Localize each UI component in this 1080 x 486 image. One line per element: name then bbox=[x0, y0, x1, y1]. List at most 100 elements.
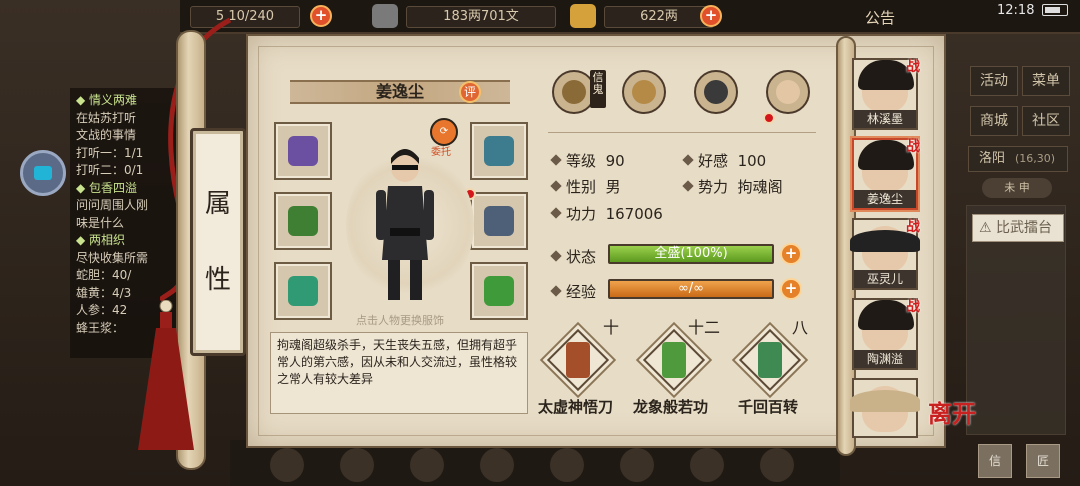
technique-scroll-icon bbox=[758, 342, 782, 378]
hat-icon bbox=[484, 136, 514, 166]
nav-social-icon[interactable] bbox=[760, 448, 794, 482]
equip-slot-armor[interactable] bbox=[470, 192, 528, 250]
character-card-2[interactable]: 姜逸尘 战 bbox=[852, 138, 920, 210]
gender-value: 男 bbox=[605, 178, 621, 196]
community-button[interactable]: 社区 bbox=[1022, 106, 1070, 136]
copper-counter: 183两701文 bbox=[406, 6, 556, 28]
stat-faction: 势力 拘魂阁 bbox=[682, 176, 783, 197]
character-card-name: 林溪墨 bbox=[854, 110, 916, 128]
scroll-tassel bbox=[138, 300, 194, 450]
attribute-banner: 属 性 bbox=[190, 128, 246, 356]
body-figure-icon bbox=[776, 80, 800, 104]
exp-label: 经验 bbox=[566, 283, 597, 301]
exp-bar: ∞/∞ bbox=[608, 279, 774, 299]
location-display[interactable]: 洛阳 (16,30) bbox=[968, 146, 1068, 172]
nav-character-icon[interactable] bbox=[270, 448, 304, 482]
nav-inventory-icon[interactable] bbox=[340, 448, 374, 482]
nav-skills-icon[interactable] bbox=[410, 448, 444, 482]
nav-craft-icon[interactable] bbox=[550, 448, 584, 482]
character-figure[interactable] bbox=[370, 140, 440, 310]
stat-gender: 性别 男 bbox=[550, 176, 621, 197]
exp-label-row: 经验 bbox=[550, 281, 597, 302]
location-name: 洛阳 bbox=[979, 151, 1006, 166]
jade-ring-icon bbox=[288, 276, 318, 306]
stat-level: 等级 90 bbox=[550, 150, 625, 171]
skill-slot-3[interactable] bbox=[738, 328, 802, 392]
battle-badge: 战 bbox=[906, 59, 920, 75]
equip-slot-ring[interactable] bbox=[274, 262, 332, 320]
exp-add-button[interactable]: + bbox=[780, 278, 802, 300]
equip-slot-weapon[interactable] bbox=[274, 192, 332, 250]
outfit-swap-icon[interactable]: ⟳ bbox=[430, 118, 458, 146]
banner-char-2: 性 bbox=[204, 265, 231, 295]
activity-button[interactable]: 活动 bbox=[970, 66, 1018, 96]
storage-add-button[interactable]: + bbox=[310, 5, 332, 27]
nav-team-icon[interactable] bbox=[480, 448, 514, 482]
skill-1-name: 太虚神悟刀 bbox=[538, 398, 614, 416]
nav-quest-icon[interactable] bbox=[690, 448, 724, 482]
gamepad-icon[interactable] bbox=[20, 150, 66, 196]
battery-icon bbox=[1042, 4, 1068, 16]
yin-yang-icon bbox=[704, 80, 728, 104]
top-bar: 5 10/240 + 183两701文 622两 + bbox=[180, 0, 1080, 34]
character-card-4[interactable]: 陶渊溢 战 bbox=[852, 298, 920, 370]
favor-label: 好感 bbox=[698, 152, 729, 170]
battle-badge: 战 bbox=[906, 299, 920, 315]
stat-favor: 好感 100 bbox=[682, 150, 767, 171]
straw-hat bbox=[850, 390, 920, 412]
silver-counter: 622两 bbox=[604, 6, 714, 28]
gender-label: 性别 bbox=[566, 178, 597, 196]
pendant-icon bbox=[484, 276, 514, 306]
location-coords: (16,30) bbox=[1015, 152, 1056, 165]
status-label-row: 状态 bbox=[550, 246, 597, 267]
character-card-5[interactable] bbox=[850, 378, 920, 438]
battle-badge: 战 bbox=[906, 139, 920, 155]
battle-badge: 战 bbox=[906, 219, 920, 235]
nav-map-icon[interactable] bbox=[620, 448, 654, 482]
silver-ingot-icon bbox=[570, 4, 596, 28]
armor-icon bbox=[484, 206, 514, 236]
level-label: 等级 bbox=[566, 152, 597, 170]
coin-icon bbox=[372, 4, 398, 28]
skill-slot-1[interactable] bbox=[546, 328, 610, 392]
character-name: 姜逸尘 bbox=[375, 82, 424, 101]
skill-2-name: 龙象般若功 bbox=[633, 398, 709, 416]
character-card-1[interactable]: 林溪墨 战 bbox=[852, 58, 920, 130]
workshop-button[interactable]: 匠 bbox=[1026, 444, 1060, 478]
menu-button[interactable]: 菜单 bbox=[1022, 66, 1070, 96]
outfit-tag: 委托 bbox=[431, 147, 451, 158]
character-card-name: 陶渊溢 bbox=[854, 350, 916, 368]
shop-button[interactable]: 商城 bbox=[970, 106, 1018, 136]
favor-value: 100 bbox=[737, 152, 767, 170]
status-add-button[interactable]: + bbox=[780, 243, 802, 265]
level-value: 90 bbox=[605, 152, 625, 170]
xinqu-tag: 信鬼 bbox=[590, 70, 606, 108]
compass: 未 申 bbox=[982, 178, 1052, 198]
treasure-box-icon[interactable] bbox=[622, 70, 666, 114]
chest-icon bbox=[632, 80, 656, 104]
silver-add-button[interactable]: + bbox=[700, 5, 722, 27]
faction-value: 拘魂阁 bbox=[737, 178, 783, 196]
mail-button[interactable]: 信 bbox=[978, 444, 1012, 478]
banner-char-1: 属 bbox=[204, 189, 231, 219]
status-label: 状态 bbox=[566, 248, 597, 266]
notice-button[interactable]: 公告 bbox=[865, 7, 895, 28]
meridian-notification-dot bbox=[763, 112, 775, 124]
sword-icon bbox=[288, 206, 318, 236]
equip-slot-hat[interactable] bbox=[470, 122, 528, 180]
character-description: 拘魂阁超级杀手，天生丧失五感，但拥有超乎常人的第六感，因从未和人交流过，虽性格较… bbox=[270, 332, 528, 414]
review-button[interactable]: 评 bbox=[459, 81, 481, 103]
meridian-icon[interactable] bbox=[766, 70, 810, 114]
arena-icon: ⚠ bbox=[979, 220, 992, 236]
change-outfit-hint: 点击人物更换服饰 bbox=[356, 314, 444, 327]
bagua-icon[interactable] bbox=[694, 70, 738, 114]
equip-slot-pendant[interactable] bbox=[470, 262, 528, 320]
blade-manual-icon bbox=[566, 342, 590, 378]
skill-slot-2[interactable] bbox=[642, 328, 706, 392]
equip-slot-gloves[interactable] bbox=[274, 122, 332, 180]
leave-button[interactable]: 离开 bbox=[928, 402, 976, 426]
skill-3-name: 千回百转 bbox=[738, 398, 799, 416]
arena-label: 比武擂台 bbox=[996, 220, 1053, 236]
character-card-3[interactable]: 巫灵儿 战 bbox=[850, 218, 920, 290]
arena-button[interactable]: ⚠ 比武擂台 bbox=[972, 214, 1064, 242]
